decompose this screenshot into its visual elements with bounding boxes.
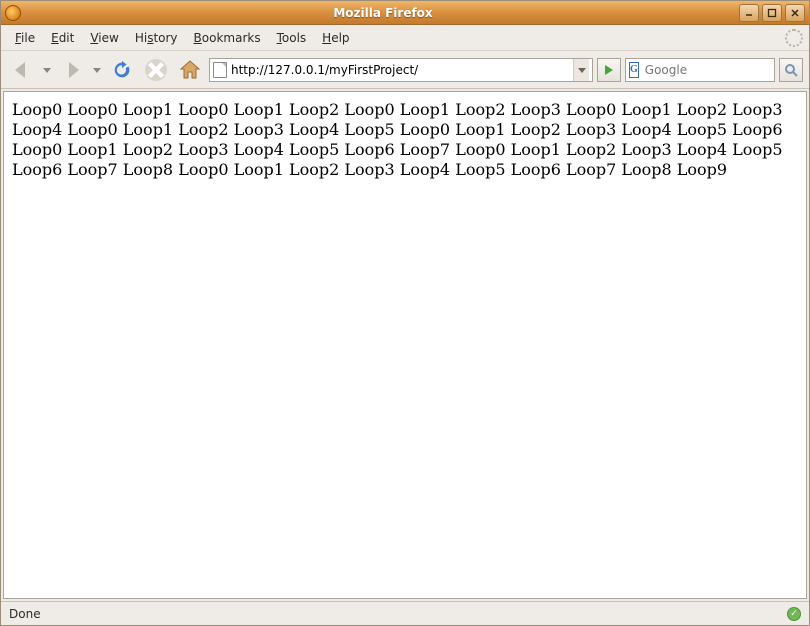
menu-history[interactable]: History: [127, 28, 186, 48]
back-button[interactable]: [7, 55, 37, 85]
menu-bookmarks[interactable]: Bookmarks: [186, 28, 269, 48]
forward-dropdown[interactable]: [91, 55, 103, 85]
maximize-button[interactable]: [762, 4, 782, 22]
navigation-toolbar: G: [1, 51, 809, 89]
status-bar: Done: [1, 601, 809, 625]
menu-edit[interactable]: Edit: [43, 28, 82, 48]
back-dropdown[interactable]: [41, 55, 53, 85]
close-button[interactable]: [785, 4, 805, 22]
window-controls: [739, 4, 805, 22]
search-input[interactable]: [645, 63, 795, 77]
page-content: Loop0 Loop0 Loop1 Loop0 Loop1 Loop2 Loop…: [3, 91, 807, 599]
throbber-icon: [785, 29, 803, 47]
menu-bar: File Edit View History Bookmarks Tools H…: [1, 25, 809, 51]
menu-view[interactable]: View: [82, 28, 126, 48]
stop-button[interactable]: [141, 55, 171, 85]
window-title: Mozilla Firefox: [27, 6, 739, 20]
search-go-button[interactable]: [779, 58, 803, 82]
search-engine-icon[interactable]: G: [629, 62, 639, 78]
reload-button[interactable]: [107, 55, 137, 85]
minimize-button[interactable]: [739, 4, 759, 22]
go-button[interactable]: [597, 58, 621, 82]
menu-file[interactable]: File: [7, 28, 43, 48]
status-text: Done: [9, 607, 787, 621]
forward-button[interactable]: [57, 55, 87, 85]
search-bar[interactable]: G: [625, 58, 775, 82]
url-dropdown[interactable]: [573, 59, 589, 81]
page-icon: [213, 62, 227, 78]
menu-help[interactable]: Help: [314, 28, 357, 48]
window-titlebar: Mozilla Firefox: [1, 1, 809, 25]
menu-tools[interactable]: Tools: [269, 28, 315, 48]
url-bar[interactable]: [209, 58, 593, 82]
security-icon[interactable]: [787, 607, 801, 621]
firefox-icon: [5, 5, 21, 21]
home-button[interactable]: [175, 55, 205, 85]
url-input[interactable]: [231, 63, 569, 77]
